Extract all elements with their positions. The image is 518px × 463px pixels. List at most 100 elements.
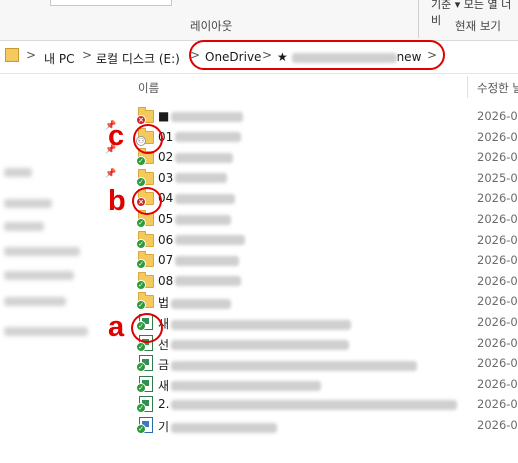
file-row[interactable]: ✓ 금 2026-04 [134, 353, 518, 373]
file-name: 금 [158, 356, 418, 373]
file-date: 2026-04 [477, 273, 518, 288]
file-row[interactable]: ✓ 08 2026-04 [134, 271, 518, 291]
folder-icon: ✓ [136, 230, 154, 249]
breadcrumb-local-disk[interactable]: 로컬 디스크 (E:) [96, 50, 180, 67]
sync-ok-icon: ✓ [136, 218, 146, 228]
nav-item[interactable] [4, 297, 66, 306]
file-name: ■ [158, 109, 244, 123]
file-date: 2025-06 [477, 170, 518, 185]
column-header-date-modified[interactable]: 수정한 날 [477, 80, 518, 96]
file-date: 2026-04 [477, 356, 518, 371]
file-row[interactable]: ✓ 새 2026-04 [134, 374, 518, 394]
column-divider[interactable] [467, 76, 468, 98]
file-row[interactable]: ✓ 선 2026-04 [134, 333, 518, 353]
file-name-prefix: 금 [158, 358, 170, 373]
file-name: 03 [158, 170, 228, 185]
file-row[interactable]: ✓ 06 2026-01 [134, 230, 518, 250]
file-date: 2026-02 [477, 315, 518, 329]
file-date: 2026-03 [477, 418, 518, 432]
sync-ok-icon: ✓ [136, 176, 146, 187]
annotation-circle-a [131, 313, 163, 343]
annotation-letter-b: b [108, 185, 126, 217]
nav-item[interactable] [4, 327, 88, 336]
nav-item[interactable] [4, 199, 52, 208]
file-date: 2026-04 [477, 212, 518, 226]
file-row[interactable]: ✓새2026-02 [134, 312, 518, 332]
file-row[interactable]: ✓ 02 2026-04 [134, 147, 518, 167]
pin-icon: 📌 [105, 169, 117, 179]
redacted-text [171, 340, 350, 351]
breadcrumb-this-pc[interactable]: 내 PC [44, 50, 74, 67]
sync-ok-icon: ✓ [136, 424, 146, 434]
file-name: 08 [158, 273, 242, 288]
redacted-text [171, 111, 244, 122]
file-name: 04 [158, 191, 236, 205]
file-name-prefix: 법 [158, 296, 170, 311]
file-name-prefix: 선 [158, 337, 170, 352]
column-header-name[interactable]: 이름 [138, 80, 159, 96]
document-icon: ✓ [136, 355, 153, 373]
sync-ok-icon: ✓ [136, 300, 146, 311]
file-name: 기 [158, 418, 278, 435]
redacted-text [175, 276, 242, 287]
folder-icon: ✓ [136, 251, 154, 270]
nav-item[interactable] [4, 271, 74, 280]
file-date: 2026-03 [477, 397, 518, 412]
file-date: 2026-05 [477, 109, 518, 123]
folder-icon: ✓ [136, 292, 154, 311]
file-row[interactable]: ✓ 법 2026-05 [134, 291, 518, 311]
file-date: 2026-05 [477, 294, 518, 309]
file-row[interactable]: ✓ 05 2026-04 [134, 209, 518, 229]
sync-ok-icon: ✓ [136, 382, 146, 393]
redacted-text [171, 319, 352, 330]
ribbon-group-current-view-label: 현재 보기 [455, 19, 501, 33]
file-row[interactable]: ✓ 2. 2026-03 [134, 394, 518, 414]
folder-location-icon [5, 48, 19, 62]
file-name: 새 [158, 377, 322, 394]
file-row[interactable]: × ■ 2026-05 [134, 106, 518, 126]
redacted-text [171, 422, 278, 433]
file-name-prefix: 08 [158, 273, 174, 288]
annotation-circle-c [133, 124, 163, 154]
document-icon: ✓ [136, 375, 153, 393]
folder-icon: × [136, 107, 154, 125]
file-name-prefix: 2. [158, 397, 170, 412]
redacted-text [175, 214, 232, 225]
ribbon-group-layout-label: 레이아웃 [190, 19, 233, 33]
file-row[interactable]: ✓ 기 2026-03 [134, 415, 518, 435]
file-row[interactable]: ✓ 07 2026-04 [134, 250, 518, 270]
file-date: 2026-04 [477, 335, 518, 350]
sync-ok-icon: ✓ [136, 238, 146, 249]
file-row[interactable]: ×042026-04 [134, 188, 518, 208]
file-date: 2026-04 [477, 253, 518, 268]
file-name-prefix: 기 [158, 420, 170, 434]
file-name: 05 [158, 212, 232, 226]
file-name: 법 [158, 294, 232, 311]
redacted-text [175, 152, 234, 163]
file-date: 2026-04 [477, 376, 518, 391]
file-name-prefix: 03 [158, 170, 174, 185]
file-name: 2. [158, 397, 458, 412]
file-name-prefix: 새 [158, 378, 170, 393]
file-date: 2026-04 [477, 191, 518, 206]
folder-icon: ✓ [136, 168, 154, 187]
annotation-letter-c: c [108, 120, 125, 152]
folder-icon: ✓ [136, 271, 154, 290]
document-icon: ✓ [136, 417, 153, 434]
nav-item[interactable] [4, 168, 32, 177]
file-row[interactable]: ✓ 03 2025-06 [134, 168, 518, 188]
navigation-pane [0, 74, 120, 463]
sync-ok-icon: ✓ [136, 341, 146, 352]
file-date: 2026-04 [477, 150, 518, 165]
redacted-text [175, 173, 228, 184]
redacted-text [171, 298, 232, 309]
breadcrumb-separator: > [82, 48, 93, 62]
redacted-text [175, 235, 246, 246]
nav-item[interactable] [4, 247, 80, 256]
file-row[interactable]: ⚇012026-04 [134, 127, 518, 147]
ribbon-control[interactable] [50, 0, 172, 6]
file-date: 2026-01 [477, 232, 518, 247]
redacted-text [175, 132, 242, 143]
file-name-prefix: 07 [158, 253, 174, 268]
nav-item[interactable] [4, 222, 44, 231]
